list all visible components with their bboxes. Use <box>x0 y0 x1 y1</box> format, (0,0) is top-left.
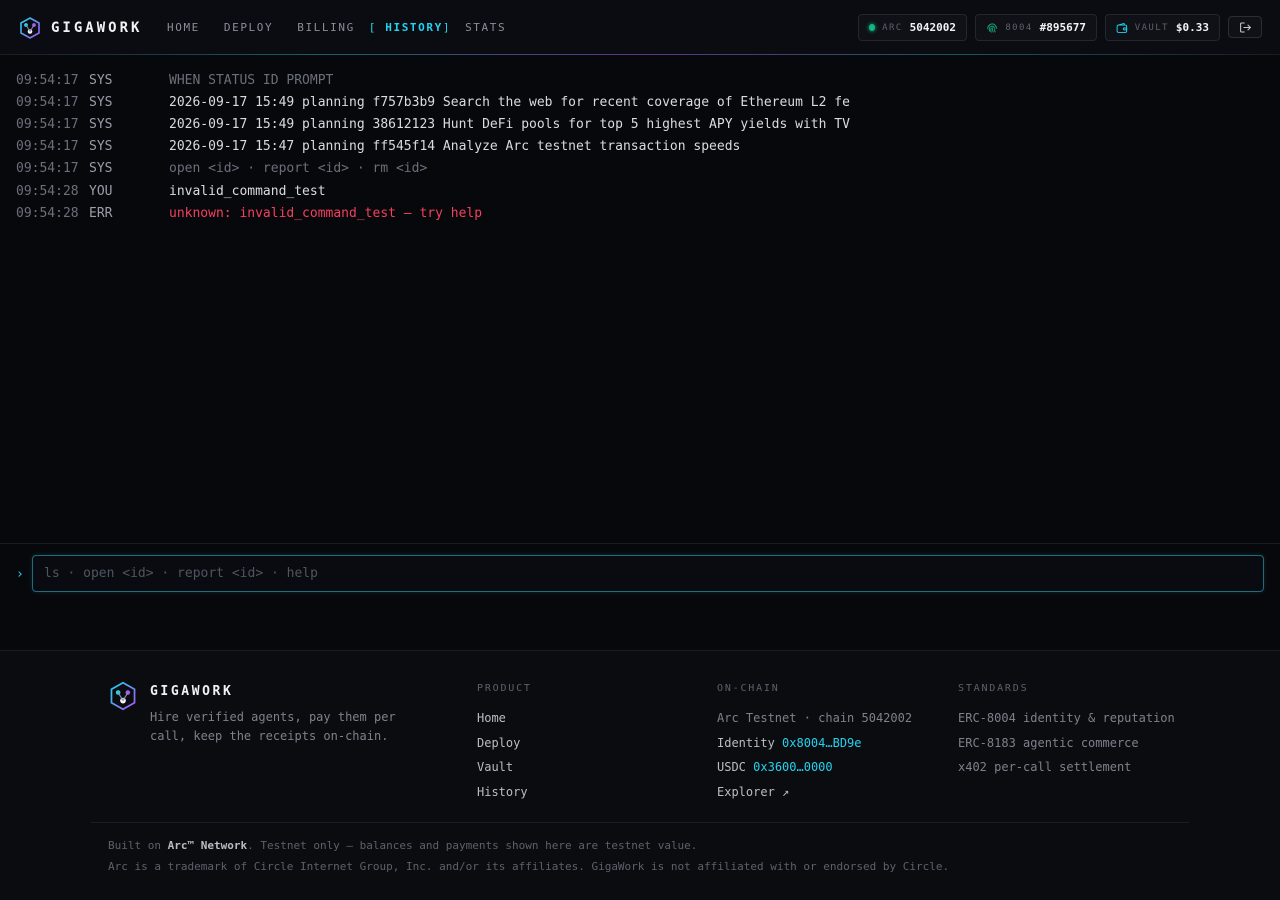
footer-standard-item: ERC-8183 agentic commerce <box>958 735 1139 750</box>
log-source: SYS <box>89 161 113 177</box>
gigawork-logo-icon <box>20 17 40 39</box>
identity-value: #895677 <box>1039 21 1086 34</box>
vault-label: VAULT <box>1134 22 1169 33</box>
nav-history-label: HISTORY <box>385 20 443 34</box>
logout-button[interactable] <box>1228 16 1262 38</box>
footer-product-column: PRODUCT Home Deploy Vault History <box>477 683 532 805</box>
wallet-icon <box>1116 22 1128 33</box>
footer-standards-column: STANDARDS ERC-8004 identity & reputation… <box>958 683 1175 780</box>
footer-note-suffix: . Testnet only — balances and payments s… <box>247 839 698 852</box>
nav-history[interactable]: [ HISTORY] <box>369 21 451 34</box>
footer-identity-contract: Identity 0x8004…BD9e <box>717 731 912 756</box>
command-input[interactable] <box>32 555 1264 592</box>
top-bar: GIGAWORK HOME DEPLOY BILLING [ HISTORY] … <box>0 0 1280 55</box>
nav-bracket-open: [ <box>368 20 378 34</box>
header-accent-divider <box>0 54 1280 55</box>
footer-link-history[interactable]: History <box>477 780 532 805</box>
footer-standards-heading: STANDARDS <box>958 683 1029 694</box>
nav-bracket-close: ] <box>442 20 452 34</box>
arc-network-name: Arc™ Network <box>167 839 248 852</box>
log-row: 09:54:17 SYS 2026-09-17 15:49 planning 3… <box>16 113 1266 135</box>
gigawork-logo-icon <box>110 681 136 711</box>
footer-link-deploy[interactable]: Deploy <box>477 731 532 756</box>
footer-note-prefix: Built on <box>108 839 168 852</box>
prompt-caret-icon: › <box>16 567 24 582</box>
footer-explorer-link[interactable]: Explorer ↗ <box>717 780 912 805</box>
log-row: 09:54:28 ERR unknown: invalid_command_te… <box>16 202 1266 224</box>
log-source: SYS <box>89 139 113 155</box>
vault-balance[interactable]: VAULT $0.33 <box>1105 14 1220 41</box>
log-message: 2026-09-17 15:47 planning ff545f14 Analy… <box>169 139 741 155</box>
footer-standard-item: ERC-8004 identity & reputation <box>958 711 1175 725</box>
log-message: 2026-09-17 15:49 planning f757b3b9 Searc… <box>169 94 850 110</box>
footer-product-heading: PRODUCT <box>477 683 532 694</box>
log-message: open <id> · report <id> · rm <id> <box>169 161 428 177</box>
log-row: 09:54:28 YOU invalid_command_test <box>16 180 1266 202</box>
log-row: 09:54:17 SYS open <id> · report <id> · r… <box>16 158 1266 180</box>
history-console-log: 09:54:17 SYS WHEN STATUS ID PROMPT 09:54… <box>16 69 1266 224</box>
log-message: WHEN STATUS ID PROMPT <box>169 72 334 88</box>
footer-brand-name: GIGAWORK <box>150 684 234 699</box>
log-row: 09:54:17 SYS 2026-09-17 15:49 planning f… <box>16 91 1266 113</box>
arc-chain-status: ARC 5042002 <box>858 14 967 41</box>
nav-deploy[interactable]: DEPLOY <box>224 21 273 34</box>
site-footer: GIGAWORK Hire verified agents, pay them … <box>0 650 1280 900</box>
log-error-message: unknown: invalid_command_test — try help <box>169 205 483 221</box>
footer-network-info: Arc Testnet · chain 5042002 <box>717 711 913 725</box>
identity-contract-label: Identity <box>717 735 775 750</box>
log-time: 09:54:17 <box>16 161 79 177</box>
arc-label: ARC <box>882 22 903 33</box>
brand-name: GIGAWORK <box>51 20 143 36</box>
footer-divider <box>91 822 1189 823</box>
command-prompt-area: › <box>0 543 1280 651</box>
log-source: SYS <box>89 116 113 132</box>
log-source: ERR <box>89 205 113 221</box>
arc-chain-id: 5042002 <box>909 21 956 34</box>
log-row: 09:54:17 SYS 2026-09-17 15:47 planning f… <box>16 136 1266 158</box>
footer-onchain-heading: ON-CHAIN <box>717 683 780 694</box>
log-time: 09:54:28 <box>16 205 79 221</box>
vault-value: $0.33 <box>1175 21 1209 34</box>
nav-stats[interactable]: STATS <box>465 21 506 34</box>
footer-testnet-note: Built on Arc™ Network. Testnet only — ba… <box>108 839 697 852</box>
nav-billing[interactable]: BILLING <box>297 21 355 34</box>
footer-link-vault[interactable]: Vault <box>477 755 532 780</box>
agent-identity-badge[interactable]: 8004 #895677 <box>975 14 1097 41</box>
nav-home[interactable]: HOME <box>167 21 200 34</box>
fingerprint-icon <box>987 23 997 33</box>
online-status-dot-icon <box>869 24 876 31</box>
log-time: 09:54:17 <box>16 139 79 155</box>
log-message: invalid_command_test <box>169 183 326 199</box>
footer-usdc-contract: USDC 0x3600…0000 <box>717 755 912 780</box>
log-time: 09:54:17 <box>16 72 79 88</box>
footer-link-home[interactable]: Home <box>477 706 532 731</box>
log-source: YOU <box>89 183 113 199</box>
logout-icon <box>1239 22 1251 32</box>
log-time: 09:54:28 <box>16 183 79 199</box>
usdc-contract-address-link[interactable]: 0x3600…0000 <box>753 760 832 774</box>
footer-onchain-column: ON-CHAIN Arc Testnet · chain 5042002 Ide… <box>717 683 912 805</box>
footer-standard-item: x402 per-call settlement <box>958 760 1132 775</box>
footer-trademark-note: Arc is a trademark of Circle Internet Gr… <box>108 860 950 873</box>
footer-tagline: Hire verified agents, pay them per call,… <box>150 710 396 743</box>
log-time: 09:54:17 <box>16 94 79 110</box>
identity-label: 8004 <box>1005 22 1033 33</box>
log-source: SYS <box>89 72 113 88</box>
usdc-contract-label: USDC <box>717 760 746 775</box>
identity-contract-address-link[interactable]: 0x8004…BD9e <box>782 736 861 750</box>
log-source: SYS <box>89 94 113 110</box>
log-row: 09:54:17 SYS WHEN STATUS ID PROMPT <box>16 69 1266 91</box>
brand[interactable]: GIGAWORK <box>18 15 142 41</box>
main-nav: HOME DEPLOY BILLING [ HISTORY] STATS <box>167 19 530 35</box>
log-message: 2026-09-17 15:49 planning 38612123 Hunt … <box>169 116 850 132</box>
log-time: 09:54:17 <box>16 116 79 132</box>
